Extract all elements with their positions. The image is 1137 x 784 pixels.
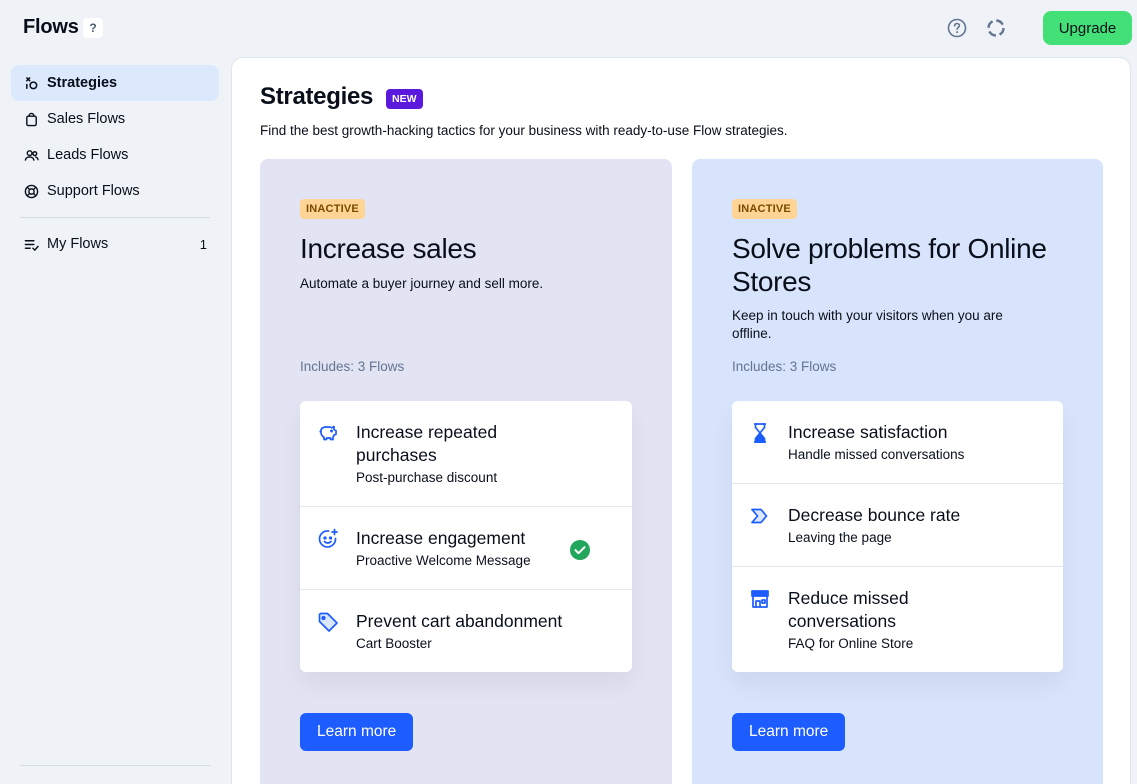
sidebar-item-my-flows[interactable]: My Flows 1	[11, 226, 219, 262]
sidebar-item-label: Strategies	[47, 75, 118, 91]
users-icon	[23, 147, 39, 163]
app-title: Flows	[23, 16, 79, 38]
flow-subtitle: FAQ for Online Store	[788, 636, 914, 651]
new-badge: NEW	[386, 89, 423, 109]
card-title: Increase sales	[300, 233, 477, 264]
status-badge: INACTIVE	[300, 199, 365, 219]
my-flows-count: 1	[199, 236, 207, 252]
sidebar-item-leads-flows[interactable]: Leads Flows	[11, 137, 219, 173]
upgrade-button[interactable]: Upgrade	[1043, 11, 1132, 45]
shopping-bag-icon	[23, 111, 39, 127]
flow-item-repeated-purchases[interactable]: Increase repeated purchases Post-purchas…	[300, 401, 632, 507]
question-circle-icon[interactable]	[947, 18, 967, 38]
flow-item-missed-conversations[interactable]: Reduce missed conversations FAQ for Onli…	[732, 567, 1063, 672]
flow-item-satisfaction[interactable]: Increase satisfaction Handle missed conv…	[732, 401, 1063, 484]
chevron-arrow-icon	[749, 505, 771, 527]
card-description: Keep in touch with your visitors when yo…	[732, 308, 1003, 341]
flow-name: Prevent cart abandonment	[356, 611, 563, 631]
strategy-card-online-stores: INACTIVE Solve problems for Online Store…	[692, 159, 1103, 784]
sidebar-item-sales-flows[interactable]: Sales Flows	[11, 101, 219, 137]
loader-icon	[986, 18, 1006, 38]
learn-more-button[interactable]: Learn more	[732, 713, 846, 751]
tag-icon	[317, 611, 339, 633]
sidebar-item-label: Leads Flows	[47, 147, 129, 163]
sidebar-item-support-flows[interactable]: Support Flows	[11, 173, 219, 209]
smiley-plus-icon	[317, 528, 339, 550]
includes-count: Includes: 3 Flows	[732, 359, 837, 374]
card-description: Automate a buyer journey and sell more.	[300, 276, 544, 291]
flow-list: Increase satisfaction Handle missed conv…	[732, 401, 1063, 672]
flow-subtitle: Cart Booster	[356, 636, 432, 651]
flow-item-engagement[interactable]: Increase engagement Proactive Welcome Me…	[300, 507, 632, 590]
sidebar-item-label: My Flows	[47, 236, 109, 252]
lifebuoy-icon	[23, 183, 39, 199]
page-subtitle: Find the best growth-hacking tactics for…	[260, 123, 788, 138]
card-title: Solve problems for Online Stores	[732, 233, 1047, 297]
flow-subtitle: Post-purchase discount	[356, 470, 498, 485]
flow-item-bounce-rate[interactable]: Decrease bounce rate Leaving the page	[732, 484, 1063, 567]
learn-more-button[interactable]: Learn more	[300, 713, 414, 751]
flow-name: Increase engagement	[356, 528, 526, 548]
list-check-icon	[23, 236, 39, 252]
strategies-icon	[23, 75, 39, 91]
main-panel: Strategies NEW Find the best growth-hack…	[231, 57, 1131, 784]
flow-name: Increase satisfaction	[788, 422, 948, 442]
page-title: Strategies	[260, 83, 374, 110]
check-circle-icon	[570, 540, 590, 560]
sidebar: Strategies Sales Flows Leads Flows Suppo…	[11, 65, 219, 262]
storefront-icon	[749, 588, 771, 610]
flow-list: Increase repeated purchases Post-purchas…	[300, 401, 632, 672]
sidebar-item-strategies[interactable]: Strategies	[11, 65, 219, 101]
flow-item-cart-abandonment[interactable]: Prevent cart abandonment Cart Booster	[300, 590, 632, 672]
flow-name: Increase repeated purchases	[356, 422, 498, 465]
flow-subtitle: Handle missed conversations	[788, 447, 965, 462]
piggy-bank-icon	[317, 422, 339, 444]
sidebar-item-label: Support Flows	[47, 183, 140, 199]
sidebar-item-label: Sales Flows	[47, 111, 126, 127]
flow-subtitle: Leaving the page	[788, 530, 892, 545]
title-help-button[interactable]: ?	[83, 18, 103, 38]
flow-name: Decrease bounce rate	[788, 505, 961, 525]
sidebar-divider	[20, 217, 210, 218]
hourglass-icon	[749, 422, 771, 444]
sidebar-bottom-divider	[20, 765, 211, 766]
flow-name: Reduce missed conversations	[788, 588, 909, 631]
status-badge: INACTIVE	[732, 199, 797, 219]
includes-count: Includes: 3 Flows	[300, 359, 405, 374]
strategy-card-increase-sales: INACTIVE Increase sales Automate a buyer…	[260, 159, 672, 784]
top-bar: Flows ? Upgrade	[0, 0, 1137, 56]
